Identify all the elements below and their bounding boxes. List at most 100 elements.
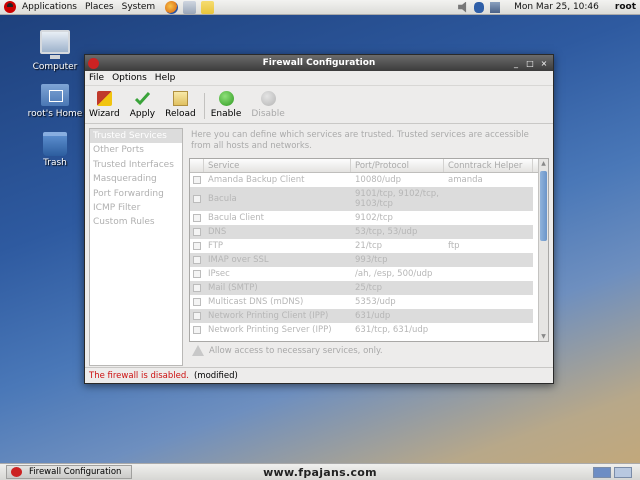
menu-applications[interactable]: Applications (18, 0, 81, 15)
service-name: Bacula Client (208, 213, 264, 223)
header-port[interactable]: Port/Protocol (351, 159, 444, 172)
apply-button[interactable]: Apply (130, 91, 155, 119)
enable-icon (218, 91, 234, 106)
sidebar-item-port-forwarding[interactable]: Port Forwarding (90, 187, 182, 201)
notes-icon[interactable] (201, 0, 215, 14)
service-checkbox[interactable] (193, 284, 201, 292)
service-name: Network Printing Server (IPP) (208, 325, 332, 335)
service-checkbox[interactable] (193, 298, 201, 306)
sidebar-item-other-ports[interactable]: Other Ports (90, 143, 182, 157)
reload-button[interactable]: Reload (165, 91, 196, 119)
service-name: DNS (208, 227, 227, 237)
scroll-up-arrow-icon[interactable]: ▲ (539, 159, 548, 168)
reload-label: Reload (165, 109, 196, 119)
desktop-icon-label: root's Home (27, 109, 83, 119)
table-row[interactable]: Bacula Client 9102/tcp (190, 211, 533, 225)
service-name: Multicast DNS (mDNS) (208, 297, 304, 307)
service-checkbox[interactable] (193, 256, 201, 264)
sidebar-item-trusted-interfaces[interactable]: Trusted Interfaces (90, 158, 182, 172)
table-row[interactable]: IPsec/ah, /esp, 500/udp (190, 267, 533, 281)
table-row[interactable]: FTP 21/tcp ftp (190, 239, 533, 253)
table-row[interactable]: Mail (SMTP) 25/tcp (190, 281, 533, 295)
apply-label: Apply (129, 109, 156, 119)
header-service[interactable]: Service (204, 159, 351, 172)
wizard-icon (96, 91, 112, 106)
service-checkbox[interactable] (193, 228, 201, 236)
service-name: Bacula (208, 194, 237, 204)
menu-places[interactable]: Places (81, 0, 118, 15)
service-helper: ftp (448, 241, 460, 251)
titlebar[interactable]: Firewall Configuration _ □ × (85, 55, 553, 71)
service-checkbox[interactable] (193, 195, 201, 203)
service-helper (444, 267, 533, 281)
menu-help[interactable]: Help (155, 73, 176, 83)
service-helper (444, 253, 533, 267)
top-panel: Applications Places System Mon Mar 25, 1… (0, 0, 640, 15)
volume-icon[interactable] (458, 1, 467, 13)
mail-icon[interactable] (183, 0, 197, 14)
menu-file[interactable]: File (89, 73, 104, 83)
table-row[interactable]: Amanda Backup Client 10080/udp amanda (190, 173, 533, 187)
wizard-button[interactable]: Wizard (89, 91, 120, 119)
service-checkbox[interactable] (193, 270, 201, 278)
toolbar: Wizard Apply Reload Enable Disable (85, 86, 553, 124)
desktop-icon-label: Computer (32, 62, 78, 72)
workspace-switcher (593, 466, 632, 478)
status-message: The firewall is disabled. (89, 370, 189, 381)
desktop-icon-home[interactable]: root's Home (20, 80, 90, 119)
wizard-label: Wizard (89, 109, 120, 119)
service-helper (444, 309, 533, 323)
service-helper: amanda (448, 175, 483, 185)
minimize-button[interactable]: _ (512, 59, 520, 68)
table-row[interactable]: Bacula 9101/tcp, 9102/tcp, 9103/tcp (190, 187, 533, 211)
service-port: 53/tcp, 53/udp (355, 227, 418, 237)
disable-icon (260, 91, 276, 106)
service-checkbox[interactable] (193, 214, 201, 222)
header-check (190, 159, 204, 172)
clock[interactable]: Mon Mar 25, 10:46 (514, 2, 599, 12)
sidebar-item-trusted-services[interactable]: Trusted Services (90, 129, 182, 144)
service-port: 21/tcp (355, 241, 383, 251)
menu-system[interactable]: System (118, 0, 160, 15)
desktop-icon-trash[interactable]: Trash (20, 132, 90, 168)
user-name[interactable]: root (615, 2, 636, 12)
trash-icon (43, 132, 67, 156)
scroll-down-arrow-icon[interactable]: ▼ (539, 332, 548, 341)
service-checkbox[interactable] (193, 176, 201, 184)
service-checkbox[interactable] (193, 312, 201, 320)
table-row[interactable]: Multicast DNS (mDNS) 5353/udp (190, 295, 533, 309)
header-helper[interactable]: Conntrack Helper (444, 159, 533, 172)
service-helper (444, 225, 533, 239)
home-folder-icon (41, 84, 69, 106)
table-row[interactable]: IMAP over SSL 993/tcp (190, 253, 533, 267)
toolbar-separator (203, 93, 205, 119)
workspace-2[interactable] (614, 466, 632, 478)
close-button[interactable]: × (540, 59, 548, 68)
workspace-1[interactable] (593, 466, 611, 478)
sidebar-item-custom-rules[interactable]: Custom Rules (90, 215, 182, 229)
firefox-icon[interactable] (165, 0, 179, 14)
status-modified: (modified) (193, 370, 238, 381)
table-row[interactable]: DNS 53/tcp, 53/udp (190, 225, 533, 239)
sidebar-item-icmp-filter[interactable]: ICMP Filter (90, 201, 182, 215)
sidebar-item-masquerading[interactable]: Masquerading (90, 172, 182, 186)
enable-button[interactable]: Enable (210, 91, 242, 119)
enable-label: Enable (210, 109, 242, 119)
table-row[interactable]: Network Printing Server (IPP) 631/tcp, 63… (190, 323, 533, 337)
table-scrollbar[interactable]: ▲ ▼ (538, 159, 548, 341)
bluetooth-icon[interactable] (474, 1, 485, 13)
service-port: 10080/udp (355, 175, 402, 185)
scrollbar-thumb[interactable] (540, 171, 547, 241)
service-checkbox[interactable] (193, 326, 201, 334)
network-icon[interactable] (490, 1, 501, 13)
table-row[interactable]: Network Printing Client (IPP) 631/udp (190, 309, 533, 323)
disable-button[interactable]: Disable (251, 91, 285, 119)
desktop-icon-computer[interactable]: Computer (20, 30, 90, 72)
maximize-button[interactable]: □ (526, 59, 534, 68)
service-checkbox[interactable] (193, 242, 201, 250)
service-name: Network Printing Client (IPP) (208, 311, 329, 321)
window-title: Firewall Configuration (262, 58, 376, 68)
menu-options[interactable]: Options (112, 73, 147, 83)
statusbar: The firewall is disabled. (modified) (85, 367, 553, 383)
redhat-logo-icon[interactable] (4, 1, 16, 13)
